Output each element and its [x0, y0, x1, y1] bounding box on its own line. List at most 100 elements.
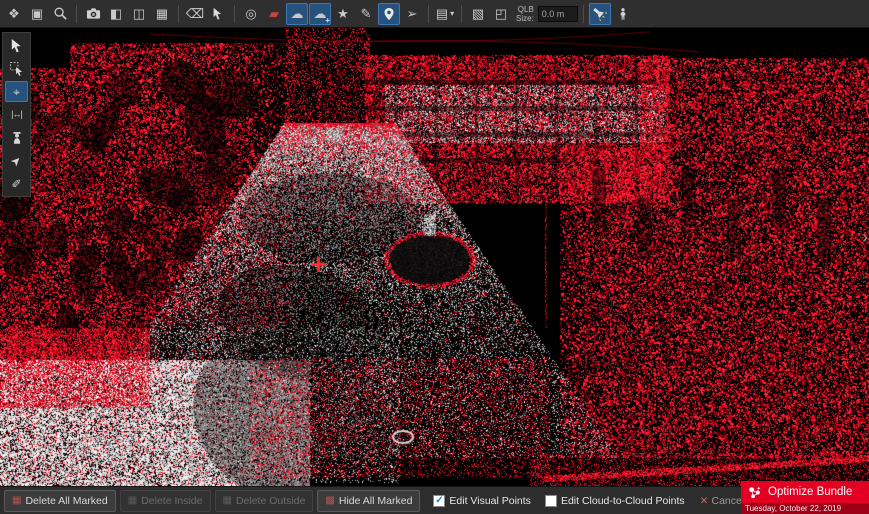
display-glyph: ▣ — [31, 7, 43, 20]
magnifier-glyph — [53, 6, 68, 21]
camera-icon[interactable] — [82, 3, 104, 25]
optimize-bundle-label: Optimize Bundle — [768, 486, 852, 498]
mark-region-icon[interactable]: ▰ — [263, 3, 285, 25]
rect-select-icon[interactable] — [5, 58, 28, 79]
edit-glyph: ✎ — [361, 7, 372, 20]
layout-split-icon[interactable]: ◫ — [128, 3, 150, 25]
export-pose-icon[interactable]: ➢ — [401, 3, 423, 25]
layout-single-icon[interactable]: ◧ — [105, 3, 127, 25]
qlb-size-input[interactable]: 0.0 m — [538, 6, 578, 22]
delete-all-marked-button[interactable]: ▦ Delete All Marked — [4, 490, 116, 512]
hide-all-marked-button[interactable]: ▩ Hide All Marked — [317, 490, 420, 512]
cancel-button[interactable]: ✕ Cancel — [700, 495, 745, 507]
delete-outside-icon: ▦ — [223, 496, 232, 506]
edit-cloud-to-cloud-points-label: Edit Cloud-to-Cloud Points — [561, 495, 685, 507]
station-view-icon[interactable] — [5, 127, 28, 148]
select-arrow-glyph — [9, 38, 24, 53]
layout-quad-glyph: ▦ — [156, 7, 168, 20]
rect-select-glyph — [9, 61, 24, 76]
pan-view-glyph: ❖ — [8, 7, 20, 20]
model-box-glyph: ◰ — [495, 7, 507, 20]
zoom-extents-icon[interactable] — [49, 3, 71, 25]
status-date: Tuesday, October 22, 2019 — [741, 503, 869, 514]
hide-all-marked-label: Hide All Marked — [339, 495, 413, 507]
orbit-pan-icon[interactable]: ⌖ — [5, 81, 28, 102]
panel-expand-chevron-icon[interactable]: › — [862, 228, 868, 246]
delete-marked-icon: ▦ — [12, 496, 21, 506]
star-icon[interactable]: ★ — [332, 3, 354, 25]
optimize-bundle-main[interactable]: Optimize Bundle — [741, 481, 869, 503]
point-cloud-glyph: ☁ — [291, 7, 304, 20]
display-icon[interactable]: ▣ — [26, 3, 48, 25]
star-glyph: ★ — [337, 7, 349, 20]
pin-glyph — [382, 7, 396, 21]
bundle-icon — [746, 484, 763, 501]
paint-select-icon[interactable]: ✐ — [5, 173, 28, 194]
eraser-icon[interactable]: ⌫ — [184, 3, 206, 25]
crop-box-icon[interactable]: ▧ — [467, 3, 489, 25]
station-view-glyph — [10, 131, 24, 145]
circle-select-icon[interactable]: ◎ — [240, 3, 262, 25]
checkbox-box[interactable]: ✓ — [545, 495, 557, 507]
top-toolbar: ❖ ▣ ◧ ◫ ▦ ⌫ ◎ ▰ ☁ ☁+ ★ ✎ ➢ ▤▾ ▧ ◰ QLBS — [0, 0, 869, 28]
export-pose-glyph: ➢ — [407, 7, 418, 20]
delete-inside-label: Delete Inside — [141, 495, 202, 507]
toolbar-separator — [234, 5, 235, 23]
layout-split-glyph: ◫ — [133, 7, 145, 20]
edit-visual-points-label: Edit Visual Points — [449, 495, 531, 507]
qlb-line2: Size: — [516, 14, 534, 23]
close-icon: ✕ — [700, 495, 709, 507]
layout-single-glyph: ◧ — [110, 7, 122, 20]
pointcloud-viewport-canvas[interactable] — [0, 28, 869, 486]
tool-dropdown-glyph: ▤ — [436, 7, 448, 20]
cancel-label: Cancel — [711, 495, 744, 507]
edit-visual-points-checkbox[interactable]: ✓ Edit Visual Points — [433, 495, 531, 507]
camera-glyph — [86, 6, 101, 21]
hide-marked-icon: ▩ — [325, 496, 334, 506]
toolbar-separator — [428, 5, 429, 23]
person-glyph — [616, 7, 630, 21]
paint-select-glyph: ✐ — [11, 178, 21, 190]
viewport: ⌖ |↔| ➤ ✐ › — [0, 28, 869, 486]
navigate-icon[interactable]: ➤ — [5, 150, 28, 171]
location-pin-icon[interactable] — [378, 3, 400, 25]
toolbar-separator — [178, 5, 179, 23]
walk-mode-icon[interactable] — [612, 3, 634, 25]
checkbox-box[interactable]: ✓ — [433, 495, 445, 507]
optimize-bundle-button[interactable]: Optimize Bundle Tuesday, October 22, 201… — [741, 481, 869, 514]
chevron-down-icon: ▾ — [450, 9, 454, 18]
orbit-pan-glyph: ⌖ — [13, 86, 20, 98]
check-icon: ✓ — [435, 495, 443, 506]
select-arrow-icon[interactable] — [5, 35, 28, 56]
circle-select-glyph: ◎ — [245, 7, 256, 20]
toolbar-separator — [76, 5, 77, 23]
bottom-toolbar: ▦ Delete All Marked ▦ Delete Inside ▦ Delet… — [0, 486, 869, 514]
tool-dropdown-icon[interactable]: ▤▾ — [434, 3, 456, 25]
layout-quad-icon[interactable]: ▦ — [151, 3, 173, 25]
qlb-line1: QLB — [518, 5, 534, 14]
delete-outside-label: Delete Outside — [236, 495, 305, 507]
edit-cloud-to-cloud-points-checkbox[interactable]: ✓ Edit Cloud-to-Cloud Points — [545, 495, 685, 507]
toolbar-separator — [583, 5, 584, 23]
edit-icon[interactable]: ✎ — [355, 3, 377, 25]
qlb-size-label: QLBSize: — [516, 5, 534, 23]
app-window: ❖ ▣ ◧ ◫ ▦ ⌫ ◎ ▰ ☁ ☁+ ★ ✎ ➢ ▤▾ ▧ ◰ QLBS — [0, 0, 869, 514]
measure-glyph: |↔| — [11, 110, 22, 119]
plus-badge: + — [325, 16, 330, 25]
delete-outside-button[interactable]: ▦ Delete Outside — [215, 490, 314, 512]
add-cloud-icon[interactable]: ☁+ — [309, 3, 331, 25]
pan-view-icon[interactable]: ❖ — [3, 3, 25, 25]
mark-region-glyph: ▰ — [269, 7, 279, 20]
crop-box-glyph: ▧ — [472, 7, 484, 20]
delete-all-marked-label: Delete All Marked — [25, 495, 107, 507]
delete-inside-button[interactable]: ▦ Delete Inside — [120, 490, 211, 512]
delete-inside-icon: ▦ — [128, 496, 137, 506]
point-cloud-icon[interactable]: ☁ — [286, 3, 308, 25]
navigate-glyph: ➤ — [9, 153, 25, 169]
flashlight-icon[interactable] — [589, 3, 611, 25]
measure-icon[interactable]: |↔| — [5, 104, 28, 125]
cursor-glyph — [211, 7, 225, 21]
eraser-glyph: ⌫ — [186, 7, 204, 20]
model-box-icon[interactable]: ◰ — [490, 3, 512, 25]
cursor-tool-icon[interactable] — [207, 3, 229, 25]
